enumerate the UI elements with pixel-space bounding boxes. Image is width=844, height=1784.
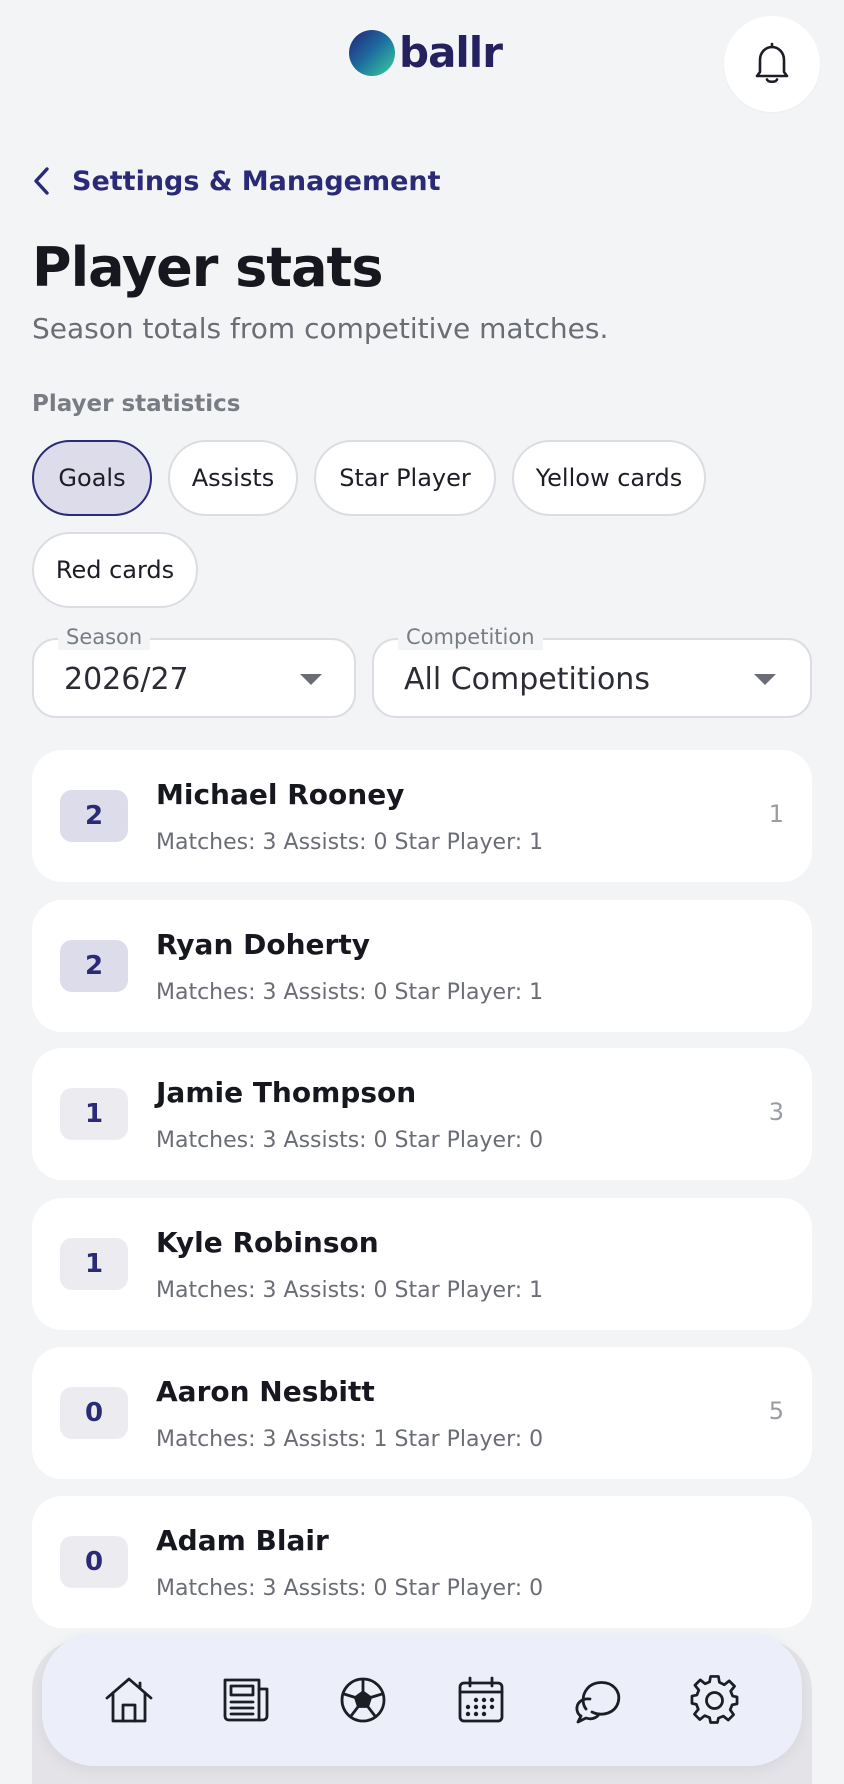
player-name: Michael Rooney	[156, 778, 405, 811]
player-side-value: 1	[768, 800, 784, 828]
caret-down-icon	[300, 674, 322, 685]
back-link-label: Settings & Management	[72, 165, 441, 197]
calendar-icon[interactable]	[451, 1670, 511, 1730]
player-name: Aaron Nesbitt	[156, 1375, 375, 1408]
player-row[interactable]: 2 Michael Rooney Matches: 3 Assists: 0 S…	[32, 750, 812, 882]
goals-badge: 2	[60, 940, 128, 992]
logo-text: ballr	[399, 28, 503, 77]
player-meta: Matches: 3 Assists: 0 Star Player: 0	[156, 1128, 544, 1153]
section-label: Player statistics	[32, 391, 241, 417]
player-row[interactable]: 1 Jamie Thompson Matches: 3 Assists: 0 S…	[32, 1048, 812, 1180]
season-select-label: Season	[58, 624, 151, 650]
goals-badge: 0	[60, 1387, 128, 1439]
chevron-left-icon	[32, 164, 60, 198]
goals-badge: 0	[60, 1536, 128, 1588]
player-row[interactable]: 1 Kyle Robinson Matches: 3 Assists: 0 St…	[32, 1198, 812, 1330]
page-title: Player stats	[32, 236, 383, 299]
caret-down-icon	[754, 674, 776, 685]
news-icon[interactable]	[216, 1670, 276, 1730]
season-select[interactable]: Season 2026/27	[32, 624, 356, 718]
player-name: Ryan Doherty	[156, 928, 370, 961]
logo-mark	[349, 30, 395, 76]
player-meta: Matches: 3 Assists: 0 Star Player: 1	[156, 1278, 544, 1303]
player-meta: Matches: 3 Assists: 0 Star Player: 1	[156, 830, 544, 855]
player-name: Kyle Robinson	[156, 1226, 379, 1259]
player-name: Adam Blair	[156, 1524, 329, 1557]
bottom-tab-bar	[42, 1634, 802, 1766]
page-subtitle: Season totals from competitive matches.	[32, 312, 609, 345]
player-row[interactable]: 0 Adam Blair Matches: 3 Assists: 0 Star …	[32, 1496, 812, 1628]
competition-select-value: All Competitions	[404, 662, 650, 697]
competition-select[interactable]: Competition All Competitions	[372, 624, 812, 718]
player-row[interactable]: 0 Aaron Nesbitt Matches: 3 Assists: 1 St…	[32, 1347, 812, 1479]
season-select-value: 2026/27	[64, 662, 189, 697]
player-row[interactable]: 2 Ryan Doherty Matches: 3 Assists: 0 Sta…	[32, 900, 812, 1032]
chip-yellow-cards[interactable]: Yellow cards	[512, 440, 706, 516]
player-side-value: 3	[768, 1098, 784, 1126]
notifications-button[interactable]	[724, 16, 820, 112]
player-meta: Matches: 3 Assists: 0 Star Player: 0	[156, 1576, 544, 1601]
chip-star-player[interactable]: Star Player	[314, 440, 496, 516]
goals-badge: 2	[60, 790, 128, 842]
chip-assists[interactable]: Assists	[168, 440, 298, 516]
player-meta: Matches: 3 Assists: 1 Star Player: 0	[156, 1427, 544, 1452]
chip-red-cards[interactable]: Red cards	[32, 532, 198, 608]
settings-gear-icon[interactable]	[685, 1670, 745, 1730]
chat-icon[interactable]	[568, 1670, 628, 1730]
competition-select-label: Competition	[398, 624, 543, 650]
football-icon[interactable]	[333, 1670, 393, 1730]
back-to-settings-link[interactable]: Settings & Management	[32, 164, 441, 198]
goals-badge: 1	[60, 1088, 128, 1140]
player-name: Jamie Thompson	[156, 1076, 417, 1109]
bell-icon	[752, 42, 792, 86]
goals-badge: 1	[60, 1238, 128, 1290]
player-side-value: 5	[768, 1397, 784, 1425]
ballr-logo[interactable]: ballr	[349, 28, 503, 77]
home-icon[interactable]	[99, 1670, 159, 1730]
chip-goals[interactable]: Goals	[32, 440, 152, 516]
player-meta: Matches: 3 Assists: 0 Star Player: 1	[156, 980, 544, 1005]
app-header: ballr	[0, 0, 844, 120]
